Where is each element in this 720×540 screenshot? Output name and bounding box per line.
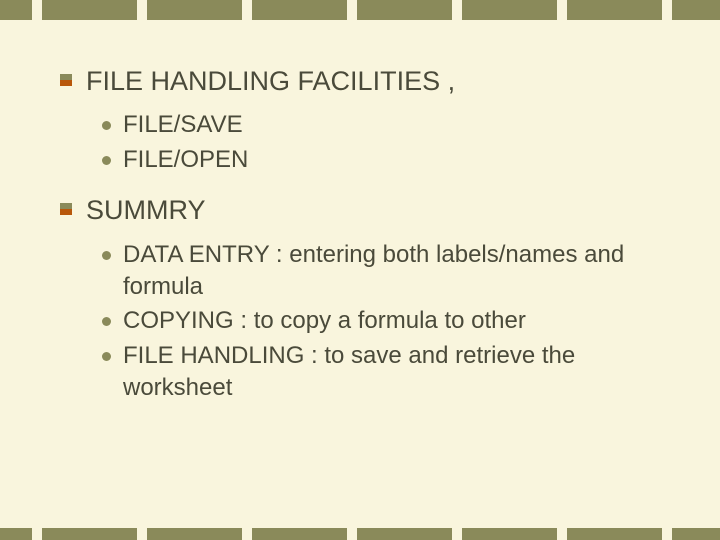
square-bullet-icon (60, 203, 72, 215)
list-item: FILE/OPEN (102, 144, 660, 176)
sub-list: DATA ENTRY : entering both labels/names … (102, 239, 660, 405)
section-title: SUMMRY (86, 194, 206, 226)
list-item: FILE/SAVE (102, 109, 660, 141)
round-bullet-icon (102, 352, 111, 361)
section-heading: SUMMRY (60, 194, 660, 226)
list-item-text: FILE HANDLING : to save and retrieve the… (123, 340, 660, 405)
list-item-text: FILE/SAVE (123, 109, 660, 141)
section-heading: FILE HANDLING FACILITIES , (60, 65, 660, 97)
top-accent-bar (0, 0, 720, 20)
round-bullet-icon (102, 317, 111, 326)
slide-content: FILE HANDLING FACILITIES , FILE/SAVE FIL… (60, 65, 660, 423)
list-item-text: COPYING : to copy a formula to other (123, 305, 660, 337)
square-bullet-icon (60, 74, 72, 86)
list-item-text: FILE/OPEN (123, 144, 660, 176)
sub-list: FILE/SAVE FILE/OPEN (102, 109, 660, 176)
list-item-text: DATA ENTRY : entering both labels/names … (123, 239, 660, 304)
round-bullet-icon (102, 156, 111, 165)
round-bullet-icon (102, 121, 111, 130)
section-title: FILE HANDLING FACILITIES , (86, 65, 455, 97)
list-item: DATA ENTRY : entering both labels/names … (102, 239, 660, 304)
list-item: FILE HANDLING : to save and retrieve the… (102, 340, 660, 405)
section-file-handling: FILE HANDLING FACILITIES , FILE/SAVE FIL… (60, 65, 660, 176)
list-item: COPYING : to copy a formula to other (102, 305, 660, 337)
bottom-accent-bar (0, 528, 720, 540)
section-summary: SUMMRY DATA ENTRY : entering both labels… (60, 194, 660, 404)
round-bullet-icon (102, 251, 111, 260)
